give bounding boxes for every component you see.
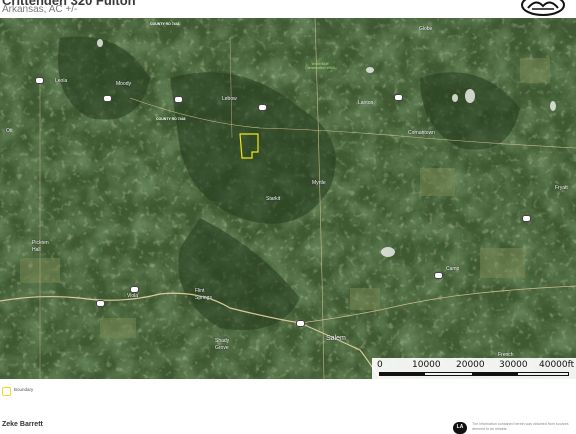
- map-imagery: [0, 18, 576, 379]
- map-subtitle: Arkansas, AC +/-: [2, 4, 78, 15]
- scale-tick-label: 20000: [456, 360, 485, 370]
- highway-shield-icon: [174, 96, 183, 103]
- place-label: Viola: [127, 293, 139, 299]
- footer: Zeke Barrett LA The information containe…: [0, 418, 576, 434]
- scale-tick-label: 10000: [412, 360, 441, 370]
- legend-label: Boundary: [14, 387, 34, 392]
- place-label: Salem: [326, 335, 346, 342]
- highway-shield-icon: [258, 104, 267, 111]
- road-label: COUNTY RD 7443: [156, 117, 186, 121]
- place-label: Fryatt: [555, 185, 568, 191]
- satellite-map[interactable]: Globe Leola Moody Lebow Lanton Cornantow…: [0, 18, 576, 379]
- scale-tick-label: 40000ft: [539, 360, 575, 370]
- agent-name: Zeke Barrett: [2, 421, 43, 428]
- place-label: Leola: [55, 78, 68, 84]
- place-label: Pickren Hall: [32, 240, 49, 253]
- header: Crittenden 320 Fulton Arkansas, AC +/-: [0, 0, 576, 18]
- place-label: Camp: [446, 266, 460, 272]
- place-label: Shady Grove: [215, 338, 230, 351]
- brand-logo-icon: [521, 0, 565, 16]
- place-label: Moody: [116, 81, 132, 87]
- highway-shield-icon: [103, 95, 112, 102]
- scale-ruler: [379, 372, 569, 376]
- place-label: Starkit: [266, 196, 281, 202]
- highway-shield-icon: [434, 272, 443, 279]
- place-label: Myrtle: [312, 180, 326, 186]
- place-label: Lanton: [358, 100, 374, 106]
- place-label: Ott: [6, 128, 13, 134]
- highway-shield-icon: [522, 215, 531, 222]
- boundary-swatch-icon: [2, 387, 11, 396]
- place-label: Cornantown: [408, 130, 435, 136]
- place-label: Globe: [419, 26, 433, 32]
- place-label: Lebow: [222, 96, 237, 102]
- highway-shield-icon: [296, 320, 305, 327]
- brand-badge-icon: LA: [453, 422, 467, 434]
- disclaimer-text: The information contained herein was obt…: [472, 422, 569, 431]
- highway-shield-icon: [35, 77, 44, 84]
- highway-shield-icon: [394, 94, 403, 101]
- road-label: COUNTY RD 7441: [150, 22, 180, 26]
- scale-bar: 0 10000 20000 30000 40000ft: [372, 358, 576, 379]
- highway-shield-icon: [96, 300, 105, 307]
- scale-tick-label: 30000: [499, 360, 528, 370]
- scale-tick-label: 0: [377, 360, 383, 370]
- place-label: Flint Springs: [195, 288, 212, 301]
- map-legend: Boundary: [0, 384, 200, 398]
- highway-shield-icon: [130, 286, 139, 293]
- wma-label: White Bluff Conservation WMA: [304, 62, 336, 70]
